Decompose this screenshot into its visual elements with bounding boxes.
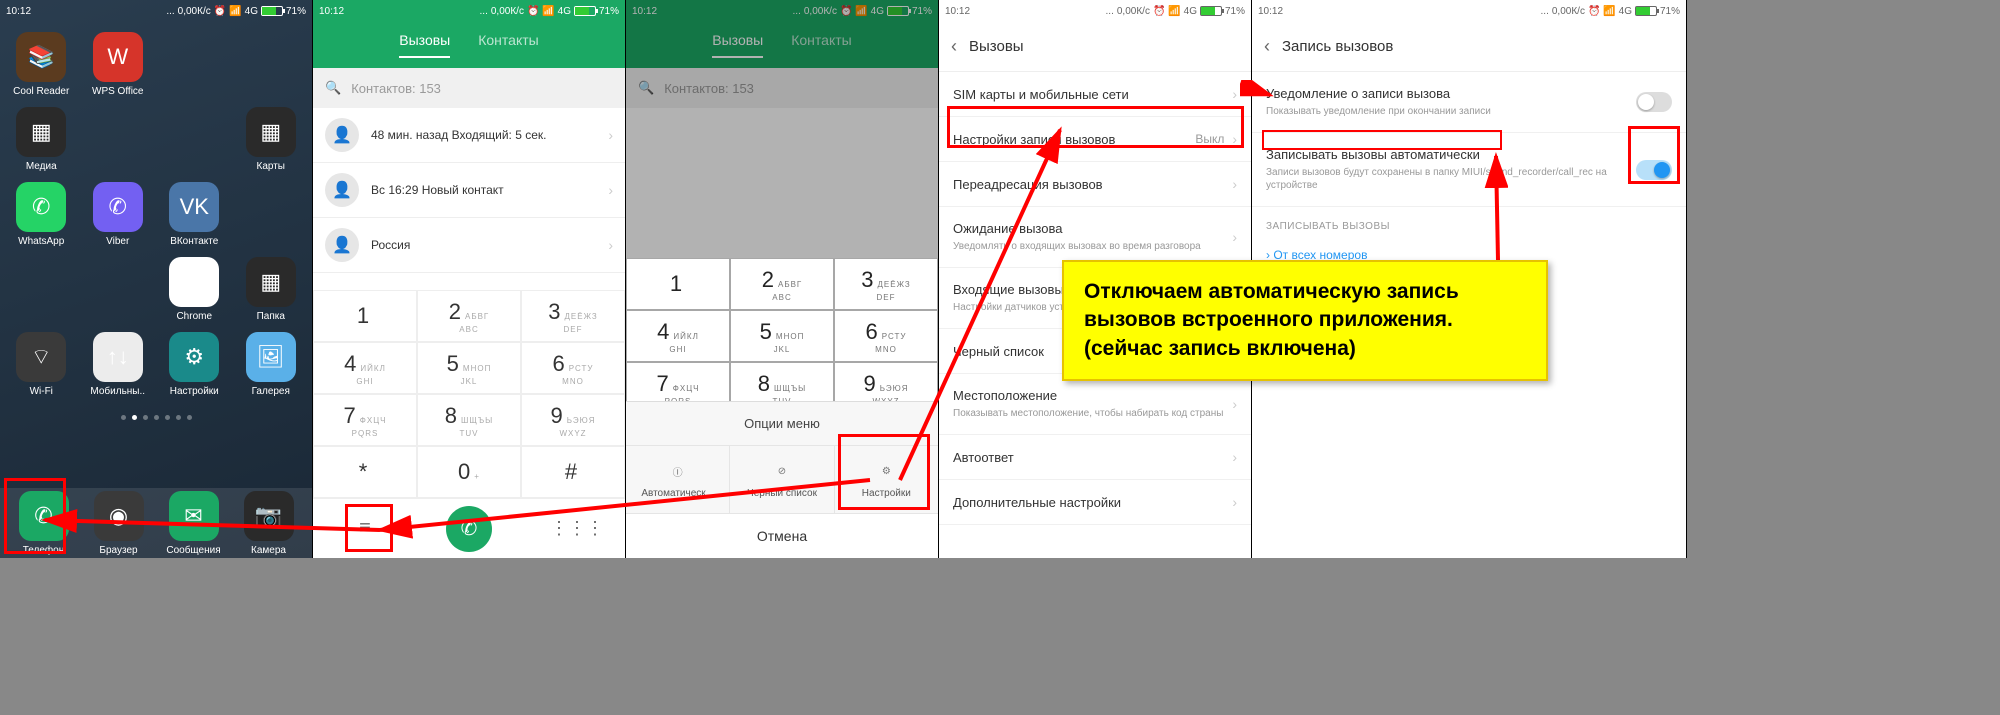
- dialpad-key-3[interactable]: 3ДЕЁЖЗDEF: [834, 258, 938, 310]
- app-Карты[interactable]: ▦Карты: [236, 107, 307, 172]
- dialpad-key-0[interactable]: 0+: [417, 446, 521, 498]
- dock-camera[interactable]: 📷Камера: [235, 491, 303, 556]
- app-Галерея[interactable]: 🖼Галерея: [236, 332, 307, 397]
- app-Chrome[interactable]: ◉Chrome: [159, 257, 230, 322]
- chevron-right-icon: ›: [1232, 86, 1237, 102]
- dialpad-key-9[interactable]: 9ЬЭЮЯWXYZ: [521, 394, 625, 446]
- chevron-right-icon: ›: [608, 182, 613, 198]
- setting-item[interactable]: МестоположениеПоказывать местоположение,…: [939, 374, 1251, 435]
- call-button[interactable]: ✆: [446, 506, 492, 552]
- section-header: ЗАПИСЫВАТЬ ВЫЗОВЫ: [1252, 207, 1686, 238]
- dialpad-key-7[interactable]: 7ФХЦЧPQRS: [313, 394, 417, 446]
- call-log-item[interactable]: 👤48 мин. назад Входящий: 5 сек.›: [313, 108, 625, 163]
- options-menu-sheet: Опции меню ⒾАвтоматическ...⊘Черный списо…: [626, 401, 938, 558]
- app-Cool Reader[interactable]: 📚Cool Reader: [6, 32, 77, 97]
- menu-button[interactable]: ≡: [342, 517, 388, 540]
- ip-icon: Ⓘ: [667, 460, 689, 482]
- dialpad-key-3[interactable]: 3ДЕЁЖЗDEF: [521, 290, 625, 342]
- app-ВКонтакте[interactable]: VKВКонтакте: [159, 182, 230, 247]
- dialpad-key-6[interactable]: 6РСТУMNO: [834, 310, 938, 362]
- call-log-item[interactable]: 👤Вс 16:29 Новый контакт›: [313, 163, 625, 218]
- app-Wi-Fi[interactable]: ⌔Wi-Fi: [6, 332, 77, 397]
- block-icon: ⊘: [771, 460, 793, 482]
- page-title: Запись вызовов: [1282, 38, 1393, 55]
- dialpad-key-4[interactable]: 4ИЙКЛGHI: [626, 310, 730, 362]
- app-Папка[interactable]: ▦Папка: [236, 257, 307, 322]
- option-block[interactable]: ⊘Черный список: [730, 446, 834, 513]
- dialpad: 12АБВГABC3ДЕЁЖЗDEF 4ИЙКЛGHI5МНОПJKL6РСТУM…: [313, 290, 625, 558]
- dialpad-key-6[interactable]: 6РСТУMNO: [521, 342, 625, 394]
- app-WhatsApp[interactable]: ✆WhatsApp: [6, 182, 77, 247]
- status-right: ... 0,00К/с ⏰📶 4G 71%: [166, 6, 306, 17]
- avatar-icon: 👤: [325, 173, 359, 207]
- status-bar: 10:12 ... 0,00К/с ⏰📶 4G 71%: [0, 0, 312, 22]
- dialpad-key-1[interactable]: 1: [626, 258, 730, 310]
- chevron-right-icon: ›: [1232, 131, 1237, 147]
- cancel-button[interactable]: Отмена: [626, 513, 938, 558]
- tab-calls[interactable]: Вызовы: [399, 32, 450, 58]
- instruction-callout: Отключаем автоматическую запись вызовов …: [1062, 260, 1548, 381]
- dialpad-key-8[interactable]: 8ШЩЪЫTUV: [417, 394, 521, 446]
- setting-item[interactable]: SIM карты и мобильные сети›: [939, 72, 1251, 117]
- chevron-right-icon: ›: [1232, 449, 1237, 465]
- chevron-right-icon: ›: [608, 127, 613, 143]
- dialpad-key-2[interactable]: 2АБВГABC: [730, 258, 834, 310]
- option-gear[interactable]: ⚙Настройки: [835, 446, 938, 513]
- dialpad-key-1[interactable]: 1: [313, 290, 417, 342]
- status-time: 10:12: [6, 6, 31, 17]
- page-title: Вызовы: [969, 38, 1024, 55]
- chevron-right-icon: ›: [608, 237, 613, 253]
- options-title: Опции меню: [626, 402, 938, 446]
- home-screen: 10:12 ... 0,00К/с ⏰📶 4G 71% 📚Cool Reader…: [0, 0, 313, 558]
- call-log-item[interactable]: 👤Россия›: [313, 218, 625, 273]
- avatar-icon: 👤: [325, 228, 359, 262]
- toggle-switch[interactable]: [1636, 92, 1672, 112]
- dialpad-toggle[interactable]: ⋮⋮⋮: [550, 518, 596, 539]
- chevron-right-icon: ›: [1232, 494, 1237, 510]
- dialpad-key-5[interactable]: 5МНОПJKL: [417, 342, 521, 394]
- chevron-right-icon: ›: [1232, 229, 1237, 245]
- back-button[interactable]: ‹: [1264, 36, 1270, 57]
- dialpad-key-#[interactable]: #: [521, 446, 625, 498]
- phone-app-options: 10:12 ...0,00К/с⏰ 📶4G71% ВызовыКонтакты …: [626, 0, 939, 558]
- gear-icon: ⚙: [875, 460, 897, 482]
- dock-messages[interactable]: ✉Сообщения: [160, 491, 228, 556]
- setting-item[interactable]: Автоответ›: [939, 435, 1251, 480]
- app-Настройки[interactable]: ⚙Настройки: [159, 332, 230, 397]
- setting-item[interactable]: Ожидание вызоваУведомлять о входящих выз…: [939, 207, 1251, 268]
- chevron-right-icon: ›: [1232, 396, 1237, 412]
- setting-item[interactable]: Настройки записи вызововВыкл›: [939, 117, 1251, 162]
- status-bar: 10:12 ...0,00К/с⏰ 📶4G71%: [313, 0, 625, 22]
- search-contacts[interactable]: 🔍 Контактов: 153: [313, 68, 625, 108]
- setting-item[interactable]: Дополнительные настройки›: [939, 480, 1251, 525]
- phone-tabs: Вызовы Контакты: [313, 22, 625, 58]
- dialpad-key-4[interactable]: 4ИЙКЛGHI: [313, 342, 417, 394]
- search-placeholder: Контактов: 153: [351, 81, 441, 96]
- app-Медиа[interactable]: ▦Медиа: [6, 107, 77, 172]
- phone-app-dialer: 10:12 ...0,00К/с⏰ 📶4G71% Вызовы Контакты…: [313, 0, 626, 558]
- page-dots: [0, 415, 312, 420]
- search-icon: 🔍: [325, 80, 341, 96]
- back-button[interactable]: ‹: [951, 36, 957, 57]
- dock: ✆Телефон◉Браузер✉Сообщения📷Камера: [0, 488, 312, 558]
- app-Viber[interactable]: ✆Viber: [83, 182, 154, 247]
- dock-phone[interactable]: ✆Телефон: [10, 491, 78, 556]
- setting-item[interactable]: Переадресация вызовов›: [939, 162, 1251, 207]
- dialpad-key-5[interactable]: 5МНОПJKL: [730, 310, 834, 362]
- settings-header: ‹ Вызовы: [939, 22, 1251, 72]
- chevron-right-icon: ›: [1232, 176, 1237, 192]
- app-Мобильны..[interactable]: ↑↓Мобильны..: [83, 332, 154, 397]
- tab-contacts[interactable]: Контакты: [478, 32, 538, 58]
- setting-item[interactable]: Записывать вызовы автоматическиЗаписи вы…: [1252, 133, 1686, 207]
- option-ip[interactable]: ⒾАвтоматическ...: [626, 446, 730, 513]
- dialpad-key-*[interactable]: *: [313, 446, 417, 498]
- dock-browser[interactable]: ◉Браузер: [85, 491, 153, 556]
- app-WPS Office[interactable]: WWPS Office: [83, 32, 154, 97]
- setting-item[interactable]: Уведомление о записи вызоваПоказывать ув…: [1252, 72, 1686, 133]
- avatar-icon: 👤: [325, 118, 359, 152]
- dialpad-key-2[interactable]: 2АБВГABC: [417, 290, 521, 342]
- toggle-switch[interactable]: [1636, 160, 1672, 180]
